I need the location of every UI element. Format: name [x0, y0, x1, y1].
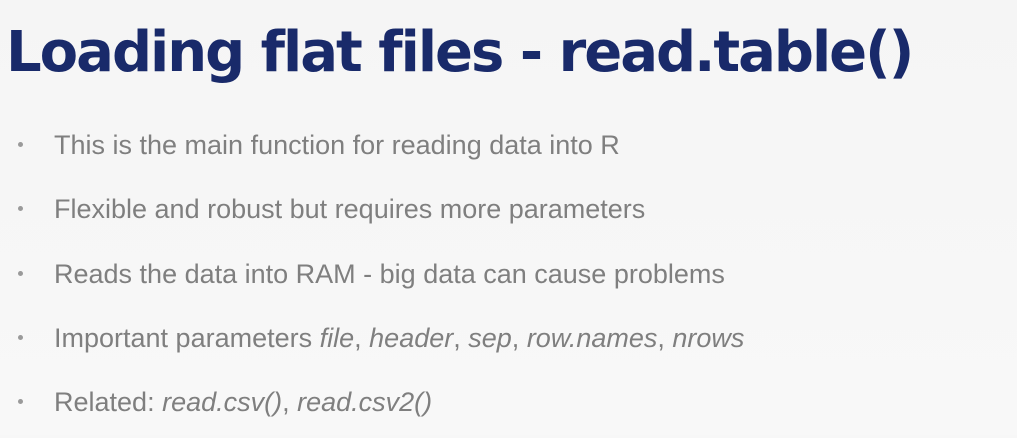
- param-separator: ,: [657, 322, 673, 353]
- bullet-text: Related: read.csv(), read.csv2(): [54, 374, 432, 430]
- param-separator: ,: [354, 322, 370, 353]
- param-file: file: [319, 322, 355, 353]
- bullet-prefix: Important parameters: [54, 322, 320, 353]
- related-read-csv2: read.csv2(): [297, 387, 433, 418]
- param-separator: ,: [511, 322, 527, 353]
- param-nrows: nrows: [672, 322, 745, 353]
- bullet-text: Reads the data into RAM - big data can c…: [54, 258, 725, 289]
- bullet-text: Important parameters file, header, sep, …: [54, 310, 744, 366]
- slide: Loading flat files - read.table() This i…: [0, 0, 1017, 435]
- bullet-prefix: Related:: [54, 387, 163, 418]
- related-read-csv: read.csv(): [162, 387, 283, 418]
- bullet-dot-icon: [18, 142, 23, 147]
- param-header: header: [369, 322, 454, 353]
- bullet-text: This is the main function for reading da…: [54, 130, 620, 160]
- param-sep: sep: [468, 322, 512, 353]
- bullet-text: Flexible and robust but requires more pa…: [54, 194, 646, 225]
- bullet-dot-icon: [18, 399, 23, 405]
- param-row-names: row.names: [526, 322, 658, 353]
- func-separator: ,: [282, 387, 298, 418]
- slide-title: Loading flat files - read.table(): [6, 20, 914, 85]
- param-separator: ,: [453, 322, 469, 353]
- bullet-dot-icon: [18, 334, 23, 340]
- bullet-dot-icon: [18, 270, 23, 276]
- bullet-dot-icon: [18, 206, 23, 212]
